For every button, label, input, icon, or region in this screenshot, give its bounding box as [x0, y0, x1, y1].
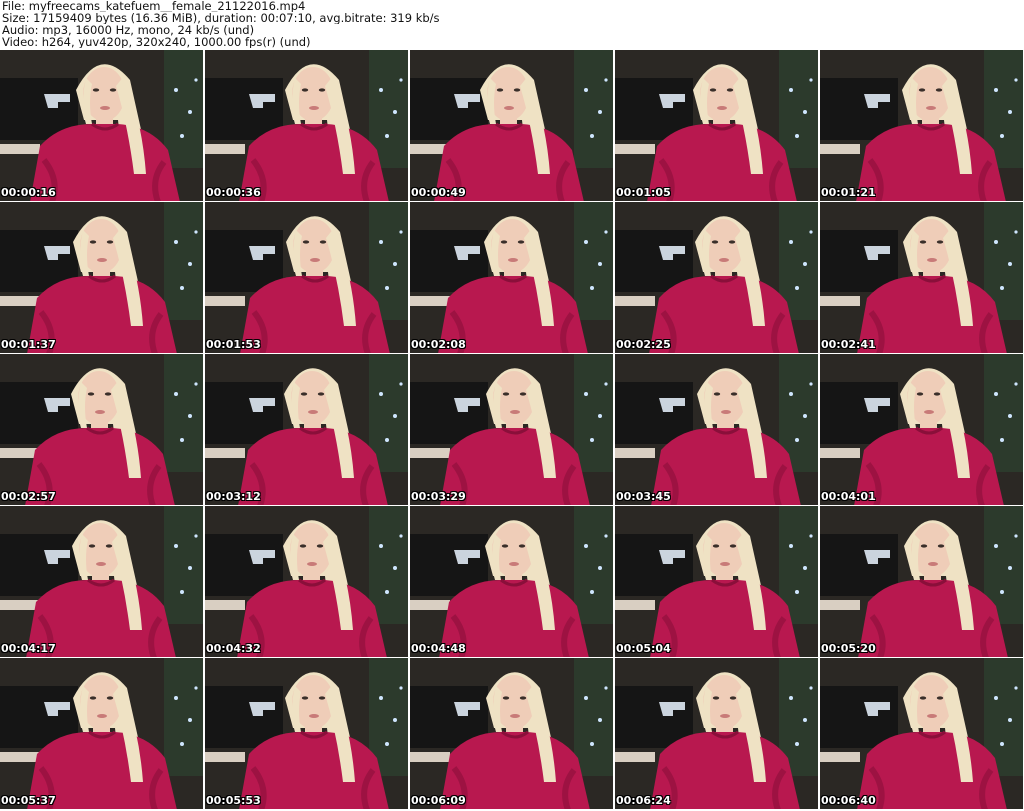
video-frame-thumbnail: 00:01:37: [0, 202, 204, 354]
video-frame-thumbnail: 00:02:41: [820, 202, 1024, 354]
frame-image: [820, 506, 1023, 657]
frame-timestamp: 00:04:32: [206, 642, 261, 655]
audio-info-line: Audio: mp3, 16000 Hz, mono, 24 kb/s (und…: [2, 24, 255, 36]
video-frame-thumbnail: 00:05:20: [820, 506, 1024, 658]
frame-image: [410, 202, 613, 353]
video-frame-thumbnail: 00:03:12: [205, 354, 409, 506]
frame-timestamp: 00:01:21: [821, 186, 876, 199]
file-name-line: File: myfreecams_katefuem__female_211220…: [2, 0, 306, 12]
frame-timestamp: 00:00:16: [1, 186, 56, 199]
frame-image: [0, 354, 203, 505]
video-frame-thumbnail: 00:05:37: [0, 658, 204, 810]
video-frame-thumbnail: 00:06:24: [615, 658, 819, 810]
video-frame-thumbnail: 00:04:48: [410, 506, 614, 658]
frame-timestamp: 00:01:37: [1, 338, 56, 351]
thumbnail-grid: 00:00:16 00:00:36 00:00:49 00:01:05 00:01:21…: [0, 50, 1024, 810]
frame-timestamp: 00:02:08: [411, 338, 466, 351]
frame-timestamp: 00:06:09: [411, 794, 466, 807]
video-frame-thumbnail: 00:00:49: [410, 50, 614, 202]
file-info-header: File: myfreecams_katefuem__female_211220…: [2, 0, 1022, 50]
frame-image: [820, 658, 1023, 809]
frame-timestamp: 00:05:53: [206, 794, 261, 807]
file-size-line: Size: 17159409 bytes (16.36 MiB), durati…: [2, 12, 440, 24]
frame-image: [615, 354, 818, 505]
frame-timestamp: 00:06:40: [821, 794, 876, 807]
frame-timestamp: 00:00:49: [411, 186, 466, 199]
frame-image: [205, 202, 408, 353]
frame-image: [615, 202, 818, 353]
frame-image: [820, 50, 1023, 201]
frame-timestamp: 00:00:36: [206, 186, 261, 199]
video-frame-thumbnail: 00:00:16: [0, 50, 204, 202]
frame-timestamp: 00:05:20: [821, 642, 876, 655]
frame-image: [0, 506, 203, 657]
frame-image: [615, 658, 818, 809]
frame-timestamp: 00:02:25: [616, 338, 671, 351]
frame-timestamp: 00:02:57: [1, 490, 56, 503]
frame-image: [820, 354, 1023, 505]
video-frame-thumbnail: 00:02:25: [615, 202, 819, 354]
video-frame-thumbnail: 00:03:45: [615, 354, 819, 506]
frame-image: [205, 50, 408, 201]
video-frame-thumbnail: 00:01:21: [820, 50, 1024, 202]
frame-image: [410, 506, 613, 657]
frame-image: [205, 354, 408, 505]
video-frame-thumbnail: 00:01:05: [615, 50, 819, 202]
frame-timestamp: 00:05:04: [616, 642, 671, 655]
frame-image: [410, 658, 613, 809]
frame-image: [615, 506, 818, 657]
video-frame-thumbnail: 00:04:17: [0, 506, 204, 658]
video-frame-thumbnail: 00:02:08: [410, 202, 614, 354]
frame-timestamp: 00:02:41: [821, 338, 876, 351]
frame-timestamp: 00:03:29: [411, 490, 466, 503]
video-frame-thumbnail: 00:04:32: [205, 506, 409, 658]
video-frame-thumbnail: 00:03:29: [410, 354, 614, 506]
video-frame-thumbnail: 00:04:01: [820, 354, 1024, 506]
video-frame-thumbnail: 00:00:36: [205, 50, 409, 202]
frame-image: [0, 202, 203, 353]
video-frame-thumbnail: 00:01:53: [205, 202, 409, 354]
frame-image: [205, 506, 408, 657]
video-frame-thumbnail: 00:02:57: [0, 354, 204, 506]
frame-timestamp: 00:01:53: [206, 338, 261, 351]
frame-image: [0, 658, 203, 809]
frame-timestamp: 00:05:37: [1, 794, 56, 807]
video-frame-thumbnail: 00:05:53: [205, 658, 409, 810]
frame-timestamp: 00:04:17: [1, 642, 56, 655]
frame-image: [205, 658, 408, 809]
video-info-line: Video: h264, yuv420p, 320x240, 1000.00 f…: [2, 36, 311, 48]
frame-image: [615, 50, 818, 201]
video-frame-thumbnail: 00:05:04: [615, 506, 819, 658]
frame-timestamp: 00:01:05: [616, 186, 671, 199]
video-frame-thumbnail: 00:06:09: [410, 658, 614, 810]
frame-timestamp: 00:06:24: [616, 794, 671, 807]
frame-timestamp: 00:03:45: [616, 490, 671, 503]
frame-timestamp: 00:04:01: [821, 490, 876, 503]
frame-image: [0, 50, 203, 201]
frame-image: [410, 50, 613, 201]
frame-image: [410, 354, 613, 505]
frame-image: [820, 202, 1023, 353]
video-frame-thumbnail: 00:06:40: [820, 658, 1024, 810]
frame-timestamp: 00:04:48: [411, 642, 466, 655]
frame-timestamp: 00:03:12: [206, 490, 261, 503]
